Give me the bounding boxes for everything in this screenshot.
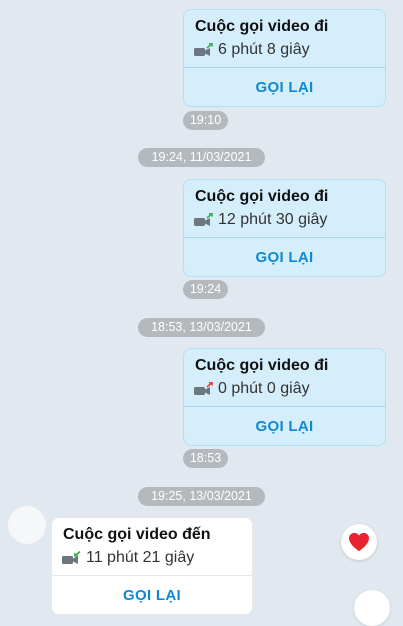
call-title: Cuộc gọi video đi: [195, 188, 329, 205]
outgoing-video-call-icon: [194, 43, 213, 56]
call-duration: 12 phút 30 giây: [194, 211, 327, 229]
call-card: Cuộc gọi video đi 12 phút 30 giây GỌI LẠ…: [183, 179, 386, 277]
call-duration: 11 phút 21 giây: [62, 549, 194, 567]
call-duration: 0 phút 0 giây: [194, 380, 310, 398]
call-title: Cuộc gọi video đến: [63, 526, 211, 543]
message-time: 19:10: [183, 111, 228, 130]
heart-reaction-button[interactable]: [341, 524, 377, 560]
message-time: 18:53: [183, 449, 228, 468]
call-back-button[interactable]: GỌI LẠI: [184, 407, 385, 445]
heart-icon: [349, 532, 369, 552]
call-duration: 6 phút 8 giây: [194, 41, 310, 59]
duration-text: 11 phút 21 giây: [86, 549, 195, 566]
duration-text: 6 phút 8 giây: [218, 41, 310, 58]
call-title: Cuộc gọi video đi: [195, 18, 329, 35]
date-divider: 18:53, 13/03/2021: [138, 318, 265, 337]
date-divider: 19:24, 11/03/2021: [138, 148, 265, 167]
call-card: Cuộc gọi video đi 6 phút 8 giây GỌI LẠI: [183, 9, 386, 107]
message-time: 19:24: [183, 280, 228, 299]
call-card: Cuộc gọi video đến 11 phút 21 giây GỌI L…: [51, 517, 253, 615]
duration-text: 12 phút 30 giây: [218, 211, 328, 228]
call-back-button[interactable]: GỌI LẠI: [184, 68, 385, 106]
call-back-button[interactable]: GỌI LẠI: [52, 576, 252, 614]
call-back-button[interactable]: GỌI LẠI: [184, 238, 385, 276]
incoming-video-call-icon: [62, 551, 81, 564]
reaction-button[interactable]: [354, 590, 390, 626]
call-title: Cuộc gọi video đi: [195, 357, 329, 374]
contact-avatar[interactable]: [8, 506, 46, 544]
date-divider: 19:25, 13/03/2021: [138, 487, 265, 506]
call-card: Cuộc gọi video đi 0 phút 0 giây GỌI LẠI: [183, 348, 386, 446]
outgoing-video-call-icon: [194, 213, 213, 226]
duration-text: 0 phút 0 giây: [218, 380, 310, 397]
missed-video-call-icon: [194, 382, 213, 395]
